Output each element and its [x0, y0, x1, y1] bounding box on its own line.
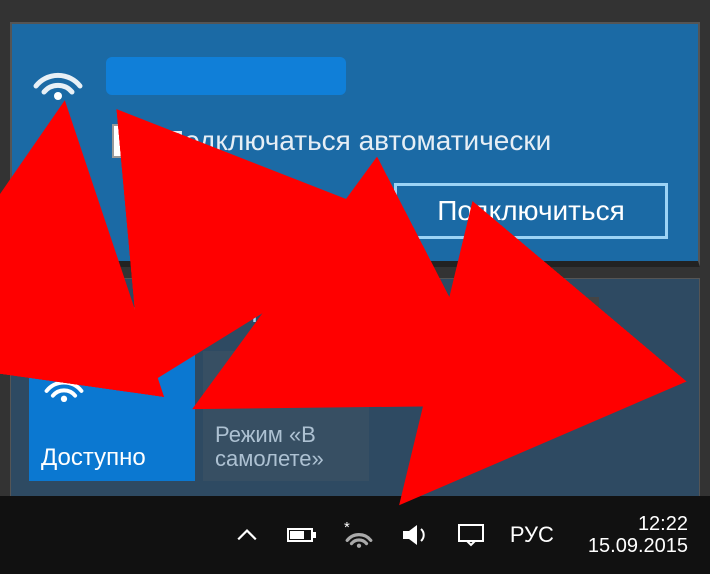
clock[interactable]: 12:22 15.09.2015 — [588, 513, 688, 557]
airplane-icon — [215, 361, 357, 405]
wifi-tile[interactable]: Доступно — [29, 351, 195, 481]
router-icon — [423, 294, 469, 326]
network-name-redacted — [106, 57, 346, 95]
connect-button[interactable]: Подключиться — [394, 183, 668, 239]
clock-date: 15.09.2015 — [588, 535, 688, 557]
autoconnect-checkbox[interactable] — [112, 124, 146, 158]
wifi-tile-label: Доступно — [41, 445, 183, 471]
language-indicator[interactable]: РУС — [510, 522, 554, 548]
airplane-tile-label: Режим «В самолете» — [215, 423, 357, 471]
volume-icon[interactable] — [398, 523, 432, 547]
airplane-mode-tile[interactable]: Режим «В самолете» — [203, 351, 369, 481]
clock-time: 12:22 — [588, 513, 688, 535]
chevron-up-icon[interactable] — [230, 524, 264, 546]
connect-button-label: Подключиться — [437, 195, 625, 227]
action-center-icon[interactable] — [454, 523, 488, 547]
wifi-icon — [41, 361, 183, 405]
network-item[interactable] — [30, 54, 346, 98]
wifi-tray-icon[interactable]: * — [342, 522, 376, 548]
svg-text:*: * — [344, 522, 350, 536]
wifi-icon — [30, 54, 86, 98]
taskbar: * РУС 12:22 15.09.2015 — [0, 496, 710, 574]
autoconnect-label: Подключаться автоматически — [164, 125, 551, 157]
network-settings-panel: Сетевые параметры — [10, 278, 700, 498]
network-name-redacted-small — [479, 297, 599, 323]
router-icon-row — [423, 294, 599, 326]
settings-title: Сетевые параметры — [31, 297, 297, 329]
network-connect-panel: Подключаться автоматически Подключиться — [10, 22, 700, 267]
battery-icon[interactable] — [286, 524, 320, 546]
